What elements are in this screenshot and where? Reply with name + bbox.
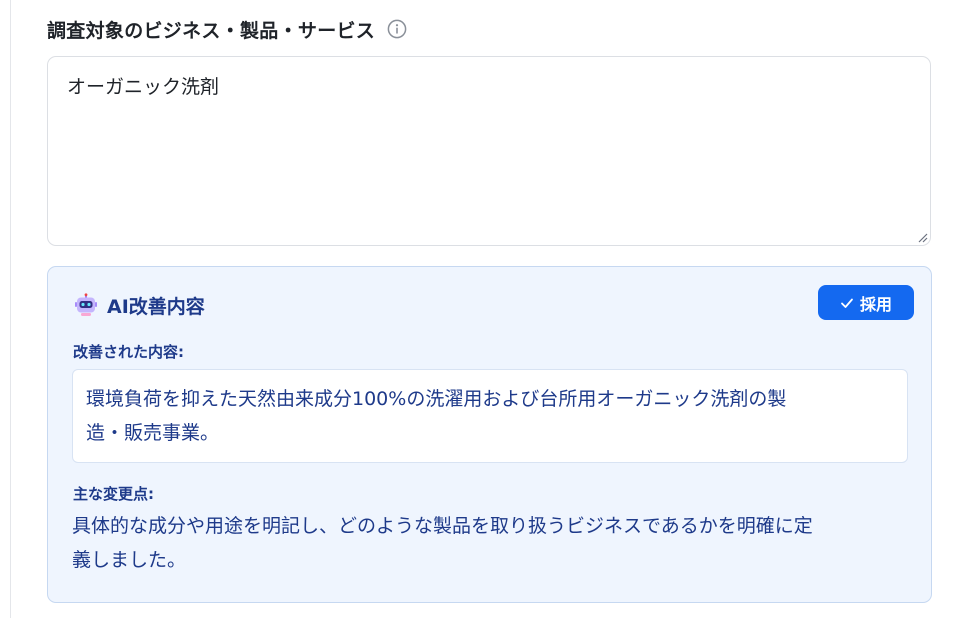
business-textarea[interactable]: オーガニック洗剤 <box>47 56 931 246</box>
improved-content-text: 環境負荷を抑えた天然由来成分100%の洗濯用および台所用オーガニック洗剤の製 造… <box>86 382 886 450</box>
adopt-button-label: 採用 <box>859 294 892 314</box>
textarea-value[interactable]: オーガニック洗剤 <box>67 72 219 99</box>
left-divider <box>10 0 11 618</box>
field-label-row: 調査対象のビジネス・製品・サービス <box>47 12 407 46</box>
ai-panel-header: AI改善内容 <box>74 291 205 319</box>
robot-icon <box>75 293 97 316</box>
improved-content-box: 環境負荷を抑えた天然由来成分100%の洗濯用および台所用オーガニック洗剤の製 造… <box>72 369 908 463</box>
info-circle-icon[interactable] <box>387 19 407 39</box>
resize-handle-icon[interactable] <box>916 231 928 243</box>
field-label: 調査対象のビジネス・製品・サービス <box>47 19 376 42</box>
main-changes-text: 具体的な成分や用途を明記し、どのような製品を取り扱うビジネスであるかを明確に定 … <box>72 509 912 577</box>
improved-line: 環境負荷を抑えた天然由来成分100%の洗濯用および台所用オーガニック洗剤の製 <box>86 388 787 410</box>
ai-panel-title: AI改善内容 <box>107 295 205 318</box>
changes-line: 具体的な成分や用途を明記し、どのような製品を取り扱うビジネスであるかを明確に定 <box>72 515 813 537</box>
changes-line: 義しました。 <box>72 549 187 571</box>
main-changes-label: 主な変更点: <box>73 485 154 503</box>
ai-improvement-panel: AI改善内容 採用 改善された内容: 環境負荷を抑えた天然由来成分100%の洗濯… <box>47 266 932 603</box>
improved-content-label: 改善された内容: <box>73 343 184 361</box>
adopt-button[interactable]: 採用 <box>818 285 914 320</box>
improved-line: 造・販売事業。 <box>86 422 220 444</box>
check-icon <box>840 296 854 310</box>
